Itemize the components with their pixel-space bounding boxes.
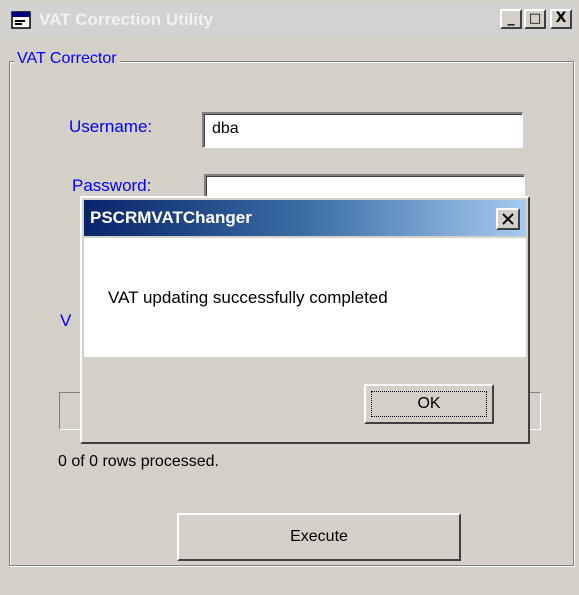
dialog-message: VAT updating successfully completed bbox=[108, 288, 388, 307]
partial-field-label: V bbox=[60, 311, 72, 330]
main-titlebar[interactable]: VAT Correction Utility _ □ X bbox=[3, 3, 576, 37]
app-window-icon bbox=[11, 11, 31, 29]
minimize-icon: _ bbox=[507, 10, 515, 26]
username-label: Username: bbox=[69, 117, 153, 136]
rows-processed-status: 0 of 0 rows processed. bbox=[58, 453, 219, 470]
main-window: VAT Correction Utility _ □ X VAT Correct… bbox=[0, 0, 579, 595]
close-icon bbox=[502, 213, 514, 225]
execute-button-label: Execute bbox=[290, 528, 348, 545]
dialog-divider bbox=[84, 356, 526, 357]
group-legend: VAT Corrector bbox=[14, 50, 120, 68]
dialog-title: PSCRMVATChanger bbox=[90, 208, 252, 227]
execute-button[interactable]: Execute bbox=[177, 513, 461, 561]
focus-rectangle bbox=[371, 391, 487, 417]
password-label: Password: bbox=[72, 176, 152, 195]
window-controls: _ □ X bbox=[500, 9, 572, 29]
maximize-icon: □ bbox=[528, 11, 542, 26]
dialog-body: VAT updating successfully completed bbox=[84, 238, 526, 356]
window-title: VAT Correction Utility bbox=[39, 10, 214, 29]
close-icon: X bbox=[555, 10, 567, 26]
username-input[interactable]: dba bbox=[202, 112, 523, 148]
minimize-button[interactable]: _ bbox=[500, 9, 522, 29]
dialog-titlebar[interactable]: PSCRMVATChanger bbox=[84, 200, 526, 236]
message-dialog: PSCRMVATChanger VAT updating successfull… bbox=[80, 196, 530, 444]
close-button[interactable]: X bbox=[550, 9, 572, 29]
username-value: dba bbox=[212, 120, 239, 137]
dialog-close-button[interactable] bbox=[496, 208, 520, 230]
ok-button[interactable]: OK bbox=[364, 384, 494, 424]
maximize-button[interactable]: □ bbox=[524, 9, 546, 29]
